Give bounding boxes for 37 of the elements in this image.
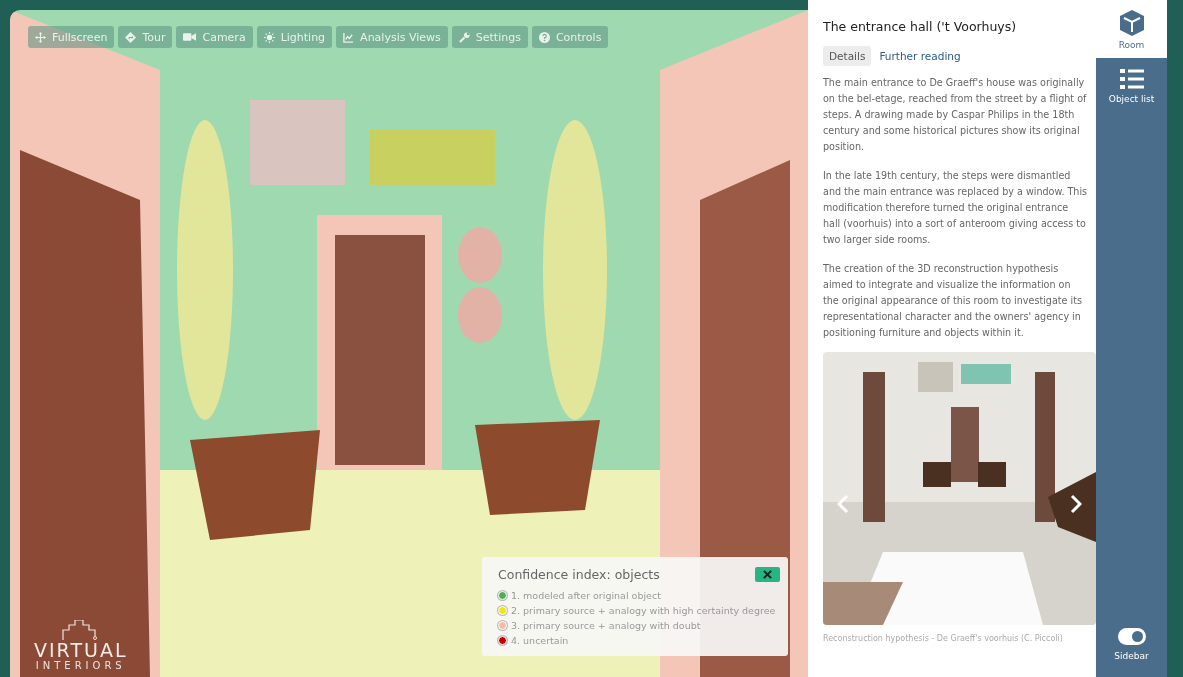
chevron-right-icon (1070, 494, 1082, 514)
toolbar-button[interactable]: Tour (118, 26, 173, 48)
room-title: The entrance hall ('t Voorhuys) (823, 19, 1018, 34)
legend-title: Confidence index: objects (498, 567, 660, 582)
next-button[interactable] (1070, 494, 1082, 514)
toolbar-button[interactable]: Settings (451, 26, 528, 48)
legend-label: 3. primary source + analogy with doubt (511, 619, 701, 633)
sidebar-toggle[interactable]: Sidebar (1096, 628, 1167, 677)
video-camera-icon (183, 32, 197, 42)
sun-icon (263, 31, 275, 43)
toolbar-button[interactable]: Controls (531, 26, 609, 48)
image-caption: Reconstruction hypothesis - De Graeff's voorhuis (C. Piccoli) (823, 633, 1064, 645)
toolbar-button[interactable]: Fullscreen (28, 26, 115, 48)
tab[interactable]: Further reading (873, 46, 967, 66)
tab[interactable]: Details (823, 46, 872, 66)
legend-label: 4. uncertain (511, 634, 569, 648)
list-icon (1119, 68, 1144, 90)
sidebar-item[interactable]: Room (1096, 0, 1167, 58)
help-icon (538, 31, 550, 43)
description-paragraph: The creation of the 3D reconstruction hypothesis aimed to integrate and visualize the information on the original appearance of this room to investigate its representational character and the owners' agency in positioning furniture and objects within it. (823, 262, 1083, 340)
description-paragraph: In the late 19th century, the steps were dismantled and the main entrance was replaced by a window. This modification therefore turned the original entrance hall (voorhuis) into a sort of anteroom giving access to two larger side rooms. (823, 169, 1088, 247)
legend-label: 2. primary source + analogy with high certainty degree (511, 604, 776, 618)
move-icon (35, 31, 46, 43)
toolbar-button[interactable]: Camera (176, 26, 253, 48)
chevron-left-icon (837, 494, 849, 514)
close-button[interactable] (755, 567, 780, 582)
logo-text: VIRTUAL (34, 640, 128, 660)
line-chart-icon (343, 31, 355, 43)
description-paragraph: The main entrance to De Graeff's house was originally on the bel-etage, reached from the street by a flight of steps. A drawing made by Caspar Philips in the 18th century and some historical pictures show its original position. (823, 76, 1088, 154)
toolbar-button[interactable]: Analysis Views (336, 26, 448, 48)
wrench-icon (458, 31, 470, 43)
legend-label: 1. modeled after original object (511, 589, 661, 603)
direction-sign-icon (125, 31, 137, 43)
logo-subtitle: INTERIORS (35, 660, 126, 671)
close-icon (763, 570, 772, 579)
cube-icon (1119, 10, 1144, 36)
toolbar-button[interactable]: Lighting (256, 26, 333, 48)
